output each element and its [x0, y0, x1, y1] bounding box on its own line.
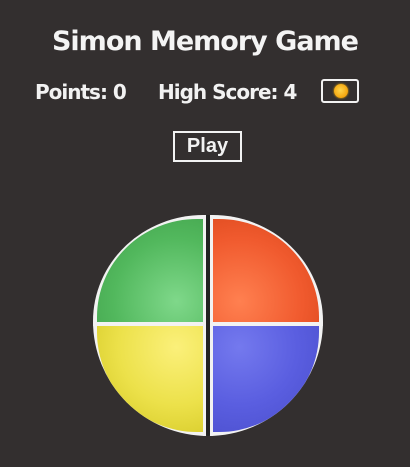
sun-icon — [334, 84, 348, 98]
red-pad[interactable] — [213, 219, 319, 322]
points-display: Points: 0 — [35, 80, 127, 104]
high-score-display: High Score: 4 — [158, 80, 297, 104]
play-button[interactable]: Play — [173, 131, 242, 162]
score-bar: Points: 0 High Score: 4 — [0, 79, 410, 107]
simon-board — [93, 215, 323, 436]
game-title: Simon Memory Game — [51, 26, 359, 57]
board-divider-vertical — [203, 215, 213, 436]
green-pad[interactable] — [97, 219, 203, 322]
theme-toggle-button[interactable] — [321, 79, 359, 103]
blue-pad[interactable] — [213, 326, 319, 432]
yellow-pad[interactable] — [97, 326, 203, 432]
board-divider-line — [206, 215, 210, 436]
